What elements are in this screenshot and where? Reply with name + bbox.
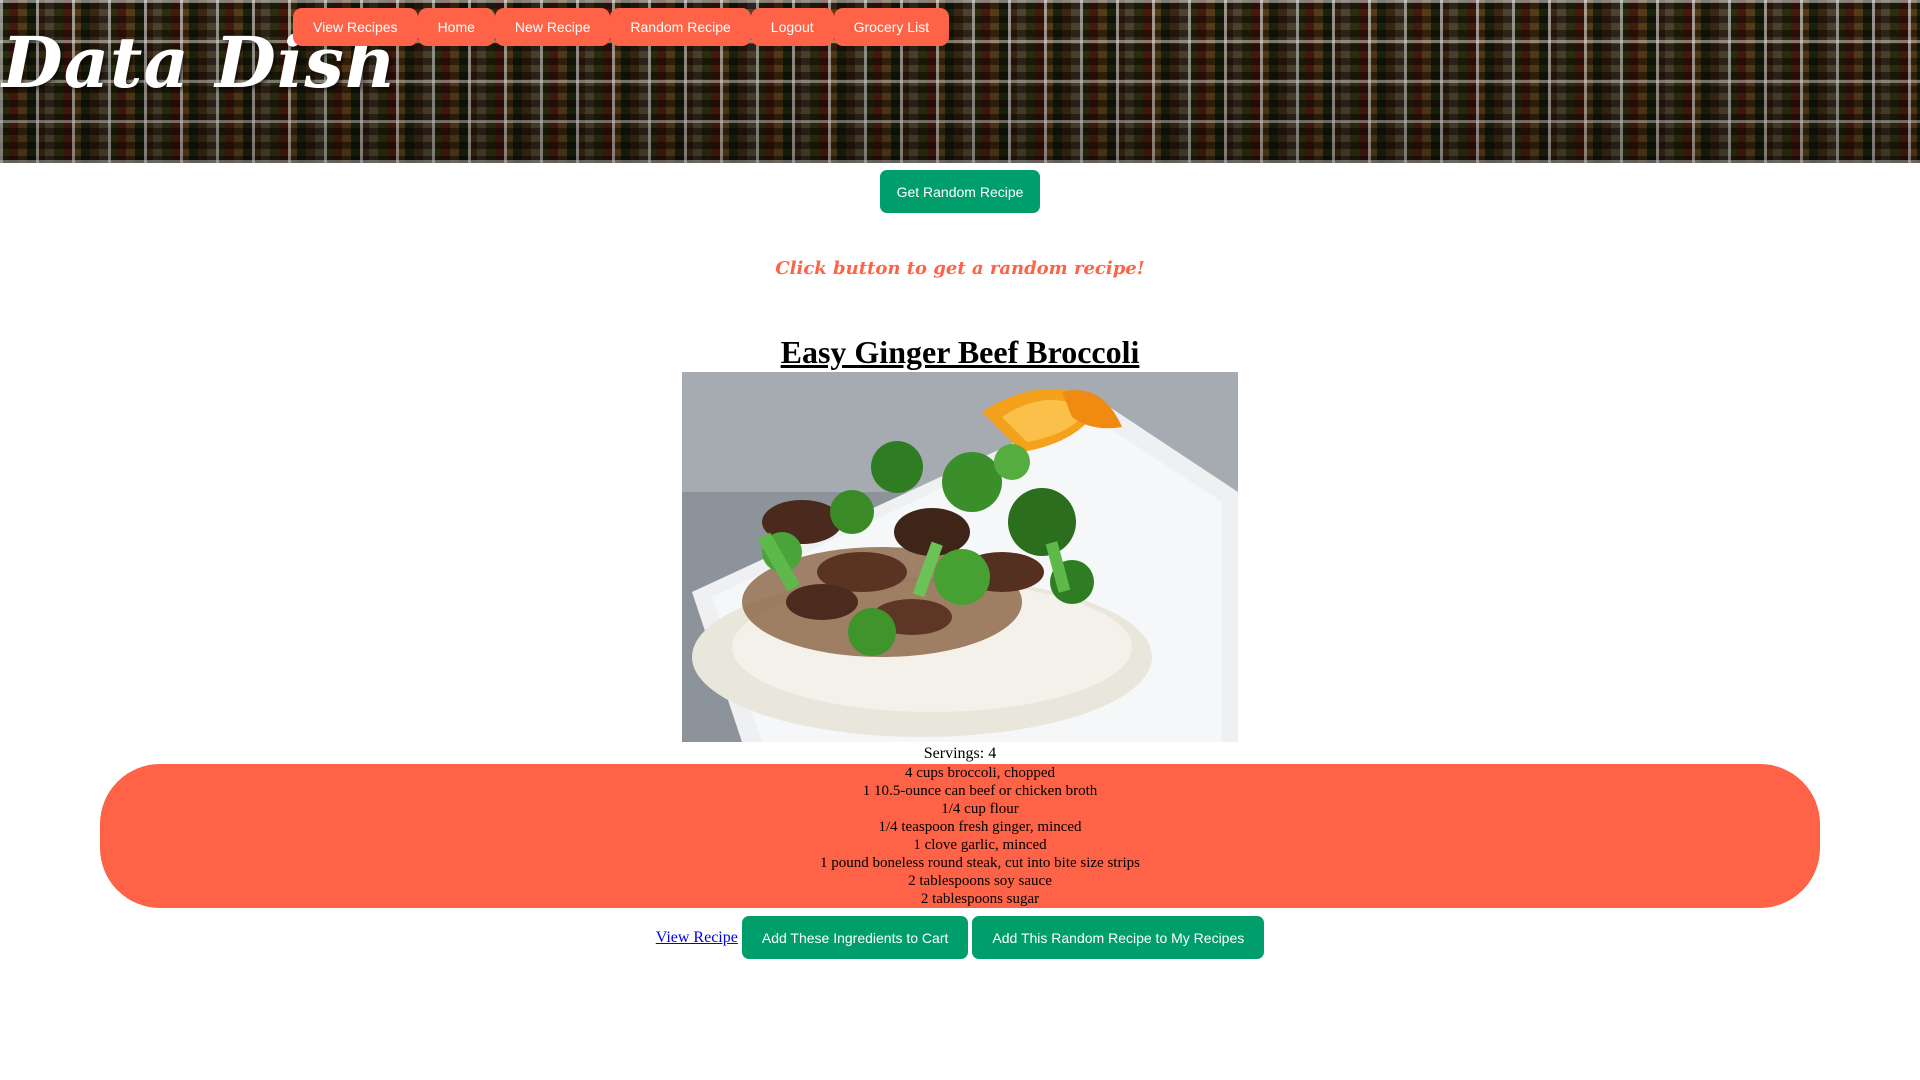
nav-home-button[interactable]: Home (417, 8, 495, 46)
ingredient-item: 1 clove garlic, minced (913, 837, 1047, 853)
ingredient-item: 4 cups broccoli, chopped (905, 765, 1055, 781)
nav-random-recipe-button[interactable]: Random Recipe (610, 8, 751, 46)
ingredient-item: 1 10.5-ounce can beef or chicken broth (862, 783, 1098, 799)
view-recipe-link[interactable]: View Recipe (656, 929, 738, 947)
ingredient-item: 1 pound boneless round steak, cut into b… (820, 855, 1140, 871)
recipe-image (682, 372, 1238, 742)
nav-new-recipe-button[interactable]: New Recipe (494, 8, 611, 46)
nav-view-recipes-button[interactable]: View Recipes (293, 8, 418, 46)
random-recipe-prompt: Click button to get a random recipe! (775, 258, 1145, 279)
ingredient-item: 2 tablespoons sugar (920, 891, 1040, 907)
get-random-recipe-button[interactable]: Get Random Recipe (880, 170, 1040, 213)
nav-logout-button[interactable]: Logout (750, 8, 834, 46)
main-nav: View Recipes Home New Recipe Random Reci… (293, 8, 950, 46)
add-ingredients-to-cart-button[interactable]: Add These Ingredients to Cart (741, 916, 969, 959)
recipe-photo-illustration (682, 372, 1238, 742)
nav-grocery-list-button[interactable]: Grocery List (833, 8, 950, 46)
add-to-my-recipes-button[interactable]: Add This Random Recipe to My Recipes (972, 916, 1265, 959)
ingredient-item: 1/4 cup flour (941, 801, 1019, 817)
ingredients-list: 4 cups broccoli, chopped 1 10.5-ounce ca… (100, 764, 1820, 908)
ingredient-item: 2 tablespoons soy sauce (908, 873, 1052, 889)
servings-text: Servings: 4 (923, 745, 997, 762)
ingredient-item: 1/4 teaspoon fresh ginger, minced (878, 819, 1082, 835)
recipe-title: Easy Ginger Beef Broccoli (780, 334, 1140, 370)
recipe-actions: View Recipe Add These Ingredients to Car… (0, 916, 1920, 959)
